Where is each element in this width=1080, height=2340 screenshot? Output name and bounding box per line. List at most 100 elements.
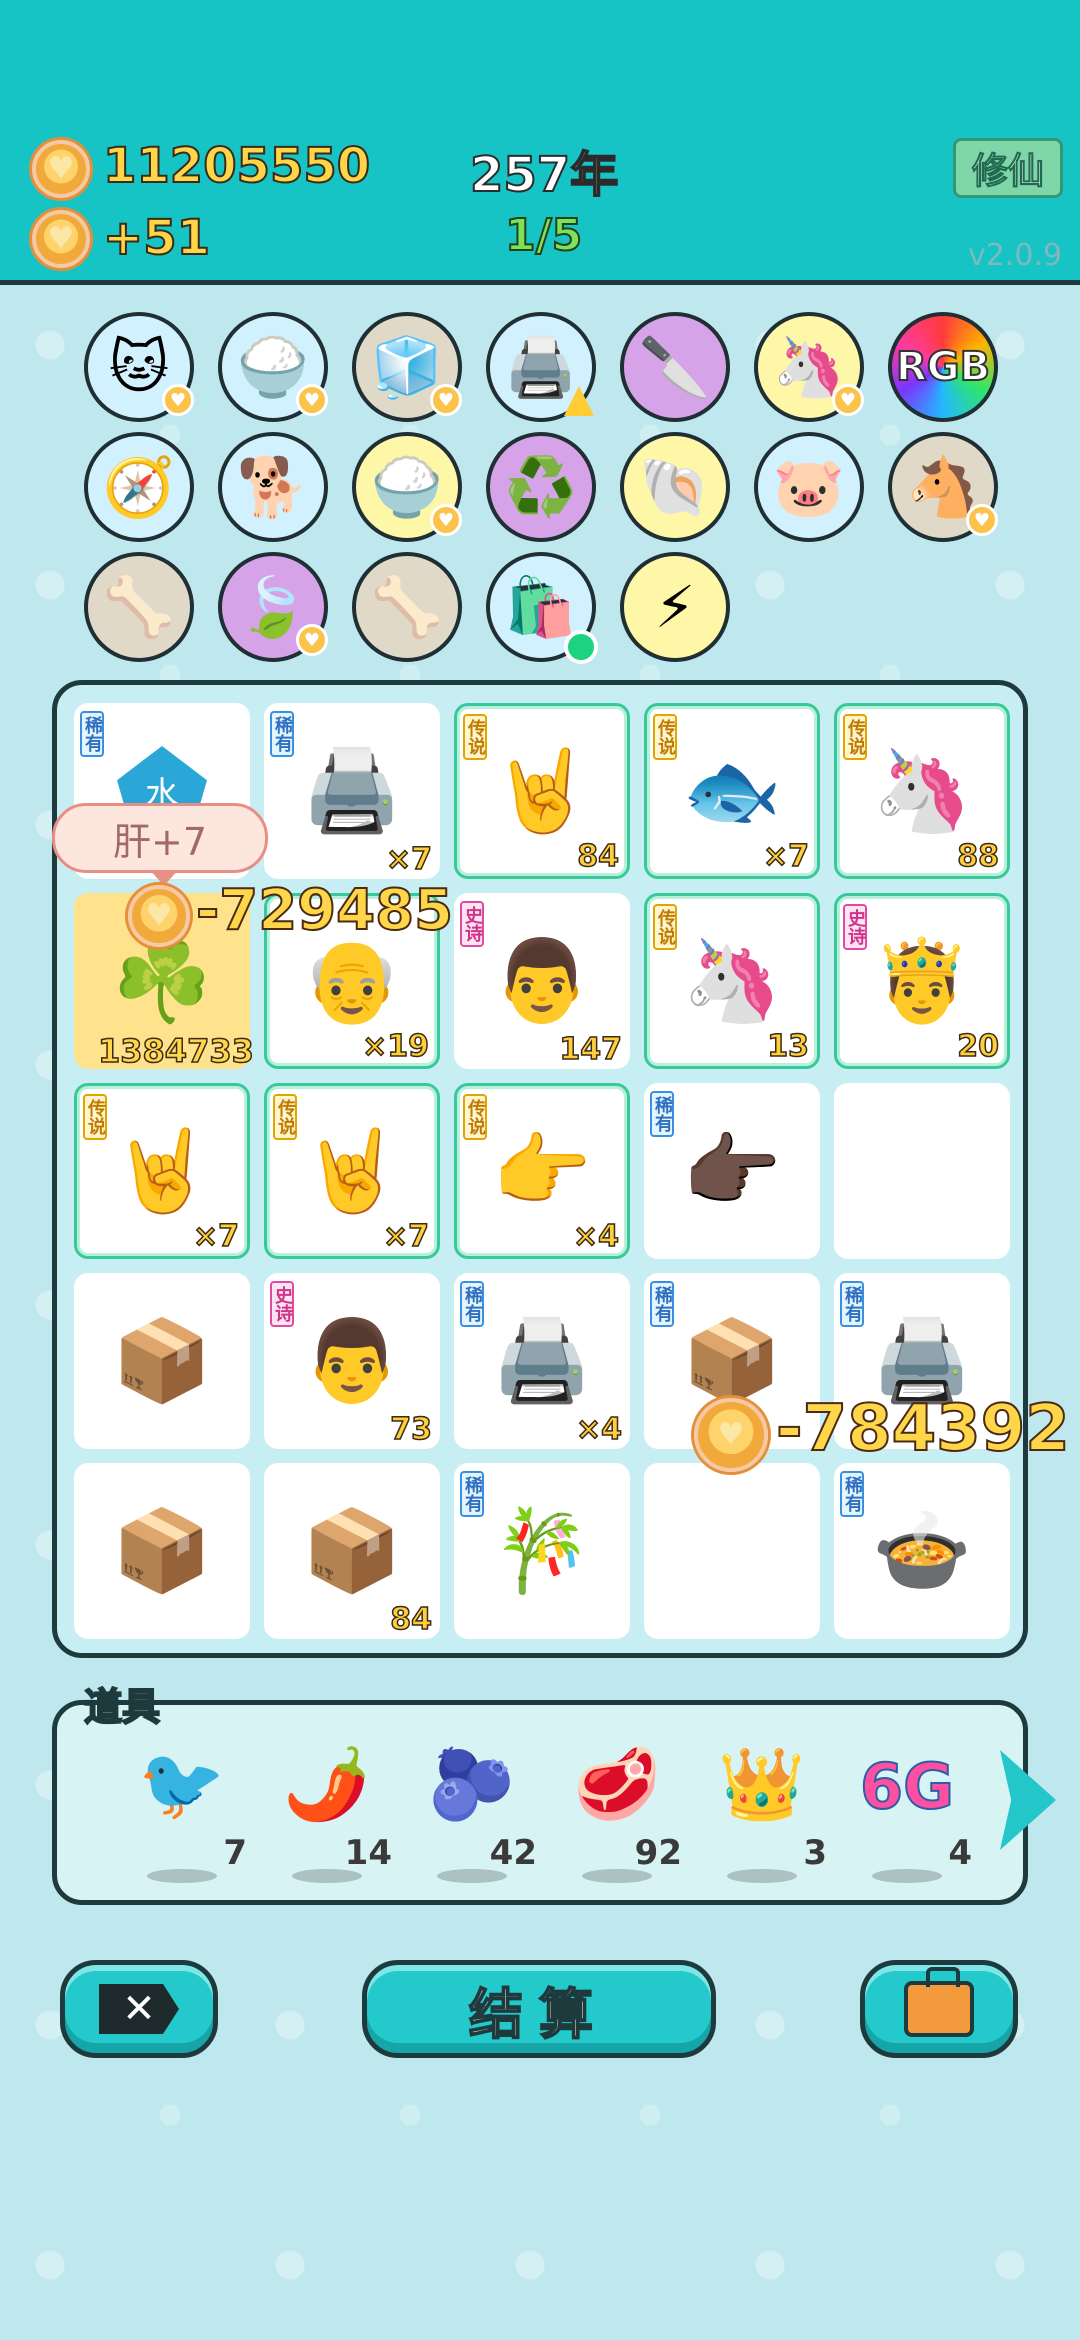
grid-cell[interactable]: 稀有 🎋 [454,1463,630,1639]
cell-count: ×7 [385,841,433,878]
recycle-circle[interactable]: ♻️ [486,432,596,542]
empty-cell[interactable] [834,1083,1010,1259]
grid-cell[interactable]: 稀有 🖨️ ×7 [264,703,440,879]
unicorn-circle[interactable]: 🦄 ♥ [754,312,864,422]
horses-circle[interactable]: 🐴 ♥ [888,432,998,542]
item-bird[interactable]: 🐦 7 [117,1743,247,1883]
man-face-icon: 👨 [492,934,592,1027]
briefcase-icon [904,1967,974,2037]
version-label: v2.0.9 [968,238,1063,273]
bag-button[interactable] [860,1960,1018,2058]
koi-fish-icon: 🐟 [682,744,782,837]
grid-cell[interactable]: 传说 🦄 13 [644,893,820,1069]
heart-badge-icon: ♥ [966,504,998,536]
pepper-icon: 🌶️ [283,1743,371,1825]
farmer-face-icon: 👴 [302,934,402,1027]
dog-circle[interactable]: 🐕 [218,432,328,542]
rarity-tag: 稀有 [650,1091,674,1137]
grid-cell[interactable]: 📦 [74,1463,250,1639]
rarity-tag: 传说 [463,714,487,760]
item-blueberry[interactable]: 🫐 42 [407,1743,537,1883]
grid-cell[interactable]: 稀有 👉🏿 [644,1083,820,1259]
coin-rate: +51 [102,209,211,267]
rice-circle[interactable]: 🍚 ♥ [218,312,328,422]
grid-cell[interactable]: 传说 🐟 ×7 [644,703,820,879]
bamboo-icon: 🎋 [492,1504,592,1597]
empty-cell[interactable] [644,1463,820,1639]
dog-food-circle[interactable]: 🦴 [352,552,462,662]
rock-hand-icon: 🤘 [302,1124,402,1217]
tofu-circle[interactable]: 🧊 ♥ [352,312,462,422]
rarity-tag: 稀有 [460,1471,484,1517]
item-crown[interactable]: 👑 3 [697,1743,827,1883]
coin-total: 11205550 [102,137,371,195]
grid-cell[interactable]: 史诗 🤴 20 [834,893,1010,1069]
item-qty: 3 [803,1833,827,1873]
cell-count: 88 [957,838,1000,875]
crown-icon: 👑 [718,1743,806,1825]
grid-cell[interactable]: 传说 🤘 84 [454,703,630,879]
printer-icon: 🖨️ [492,1314,592,1407]
clover-pile-icon: ☘️ [112,934,212,1027]
grid-cell[interactable]: 传说 🤘 ×7 [74,1083,250,1259]
heart-badge-icon: ♥ [296,384,328,416]
king-face-icon: 🤴 [872,934,972,1027]
cell-count: ×7 [762,838,810,875]
grid-cell[interactable]: 传说 🦄 88 [834,703,1010,879]
bag-circle[interactable]: 🛍️ [486,552,598,664]
cat-circle[interactable]: 🐱 ♥ [84,312,194,422]
cleaver-circle[interactable]: 🔪 [620,312,730,422]
grid-cell[interactable]: 传说 👉 ×4 [454,1083,630,1259]
grid-cell[interactable]: 稀有 🍲 [834,1463,1010,1639]
grid-cell[interactable]: 📦 [74,1273,250,1449]
grid-cell[interactable]: 📦 84 [264,1463,440,1639]
rarity-tag: 传说 [463,1094,487,1140]
shell-circle[interactable]: 🐚 [620,432,730,542]
items-label: 道具 [83,1684,161,1730]
rice-bowl-circle[interactable]: 🍚 ♥ [352,432,462,542]
coin-icon: ♥ [694,1398,768,1472]
rock-hand-icon: 🤘 [112,1124,212,1217]
brown-hand-icon: 👉🏿 [682,1124,782,1217]
rarity-tag: 传说 [843,714,867,760]
rarity-tag: 史诗 [270,1281,294,1327]
item-liver[interactable]: 🥩 92 [552,1743,682,1883]
printer-circle[interactable]: 🖨️ [486,312,596,422]
heart-badge-icon: ♥ [162,384,194,416]
item-pepper[interactable]: 🌶️ 14 [262,1743,392,1883]
rarity-tag: 传说 [273,1094,297,1140]
rgb-circle[interactable]: RGB [888,312,998,422]
coin-rate-icon: ♥ [32,210,90,268]
rarity-tag: 传说 [653,904,677,950]
cell-count: ×7 [382,1218,430,1255]
cell-count: 20 [957,1028,1000,1065]
piggy-circle[interactable]: 🐷 [754,432,864,542]
grid-cell[interactable]: 史诗 👨 73 [264,1273,440,1449]
item-6g[interactable]: 6G 4 [842,1743,972,1883]
year-counter: 257年 [469,146,619,204]
dog-food-circle[interactable]: 🦴 [84,552,194,662]
grid-cell[interactable]: 传说 🤘 ×7 [264,1083,440,1259]
item-qty: 42 [489,1833,537,1873]
coin-delta: -784392 [775,1391,1071,1467]
cell-count: ×7 [192,1218,240,1255]
item-shadow [872,1869,942,1883]
rarity-tag: 稀有 [460,1281,484,1327]
grid-cell[interactable]: 稀有 🖨️ ×4 [454,1273,630,1449]
cell-count: ×4 [572,1218,620,1255]
close-icon: ✕ [99,1984,179,2034]
xiuxian-button[interactable]: 修仙 [953,138,1063,198]
compass-circle[interactable]: 🧭 [84,432,194,542]
item-shadow [727,1869,797,1883]
cell-count: 84 [577,838,620,875]
top-header: ♥ 11205550 ♥ +51 257年 1/5 修仙 v2.0.9 [0,0,1080,285]
settle-button[interactable]: 结算 [362,1960,716,2058]
grid-cell[interactable]: 史诗 👨 147 [454,893,630,1069]
coin-icon: ♥ [32,140,90,198]
printer-icon: 🖨️ [302,744,402,837]
cell-count: ×19 [361,1028,429,1065]
status-dot [564,630,598,664]
close-button[interactable]: ✕ [60,1960,218,2058]
leaf-circle[interactable]: 🍃 ♥ [218,552,328,662]
lightning-circle[interactable]: ⚡ [620,552,730,662]
